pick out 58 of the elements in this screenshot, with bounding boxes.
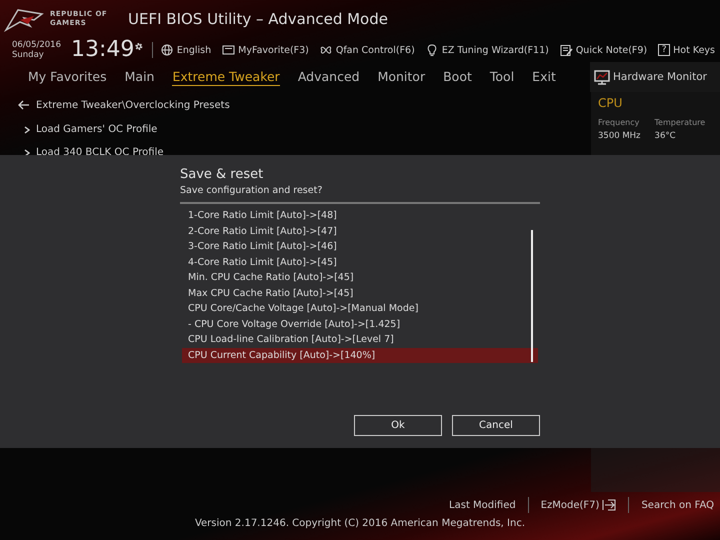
panel-title-text: Hardware Monitor xyxy=(613,71,707,83)
menu-tab[interactable]: Exit xyxy=(532,68,556,86)
menu-tab[interactable]: Main xyxy=(124,68,154,86)
footer-link[interactable]: EzMode(F7) xyxy=(540,499,616,511)
dialog-message: Save configuration and reset? xyxy=(180,185,324,196)
list-item[interactable]: 1-Core Ratio Limit [Auto]->[48] xyxy=(182,208,538,224)
list-item[interactable]: - CPU Core Voltage Override [Auto]->[1.425] xyxy=(182,316,538,332)
menu-tab[interactable]: Tool xyxy=(490,68,514,86)
rog-eye-logo-icon xyxy=(4,6,44,32)
version-text: Version 2.17.1246. Copyright (C) 2016 American Megatrends, Inc. xyxy=(194,518,526,529)
menu-tab[interactable]: Advanced xyxy=(298,68,360,86)
menu-tab[interactable]: Extreme Tweaker xyxy=(172,68,280,86)
toolbar-button[interactable]: EZ Tuning Wizard(F11) xyxy=(426,44,549,56)
help-icon: ? xyxy=(658,44,670,56)
list-item[interactable]: 2-Core Ratio Limit [Auto]->[47] xyxy=(182,224,538,239)
note-icon xyxy=(560,44,573,56)
list-item[interactable]: Min. CPU Cache Ratio [Auto]->[45] xyxy=(182,270,538,286)
menu-tab[interactable]: Monitor xyxy=(378,68,426,86)
list-item[interactable]: 4-Core Ratio Limit [Auto]->[45] xyxy=(182,254,538,270)
scrollbar[interactable] xyxy=(531,230,533,362)
toolbar-button[interactable]: Quick Note(F9) xyxy=(560,44,648,56)
dialog-button[interactable]: Ok xyxy=(354,415,442,436)
section-heading: CPU xyxy=(598,96,624,110)
list-item[interactable]: CPU Core/Cache Voltage [Auto]->[Manual Mode] xyxy=(182,301,538,316)
field-value: 36°C xyxy=(654,131,677,141)
list-item[interactable]: Max CPU Cache Ratio [Auto]->[45] xyxy=(182,286,538,301)
day-text: Sunday xyxy=(12,50,45,60)
dialog-button[interactable]: Cancel xyxy=(452,415,540,436)
list-item[interactable]: 3-Core Ratio Limit [Auto]->[46] xyxy=(182,239,538,254)
breadcrumb[interactable]: Extreme Tweaker\Overclocking Presets xyxy=(36,100,230,110)
date-text: 06/05/2016 xyxy=(12,40,61,50)
list-item[interactable]: CPU Load-line Calibration [Auto]->[Level 7] xyxy=(182,332,538,348)
toolbar-button[interactable]: ? Hot Keys xyxy=(658,44,715,56)
dialog-title: Save & reset xyxy=(180,167,264,182)
footer-link[interactable]: Last Modified xyxy=(449,500,516,510)
toolbar-button[interactable]: MyFavorite(F3) xyxy=(222,44,309,56)
clock-time: 13:49 xyxy=(71,38,134,62)
globe-icon xyxy=(160,44,174,56)
toolbar-button[interactable]: English xyxy=(160,44,212,56)
menu-item[interactable]: Load 340 BCLK OC Profile xyxy=(18,147,591,158)
lightbulb-icon xyxy=(426,44,439,56)
toolbar-button[interactable]: Qfan Control(F6) xyxy=(320,44,415,56)
chevron-right-icon xyxy=(24,148,30,156)
menu-item[interactable]: Load Gamers' OC Profile xyxy=(18,124,591,135)
chevron-right-icon xyxy=(24,126,30,134)
footer-link[interactable]: Search on FAQ xyxy=(641,500,714,510)
list-item[interactable]: CPU Current Capability [Auto]->[140%] xyxy=(182,348,538,363)
menu-tab[interactable]: Boot xyxy=(443,68,472,86)
field-value: 3500 MHz xyxy=(598,131,641,141)
gear-icon xyxy=(134,40,144,53)
exit-icon xyxy=(602,499,616,511)
folder-icon xyxy=(222,44,236,56)
menu-tab[interactable]: My Favorites xyxy=(28,68,107,86)
field-label: Frequency xyxy=(598,118,640,127)
back-arrow-icon xyxy=(18,100,30,110)
window-title: UEFI BIOS Utility – Advanced Mode xyxy=(128,10,388,28)
field-label: Temperature xyxy=(654,118,706,127)
monitor-icon xyxy=(594,70,610,84)
